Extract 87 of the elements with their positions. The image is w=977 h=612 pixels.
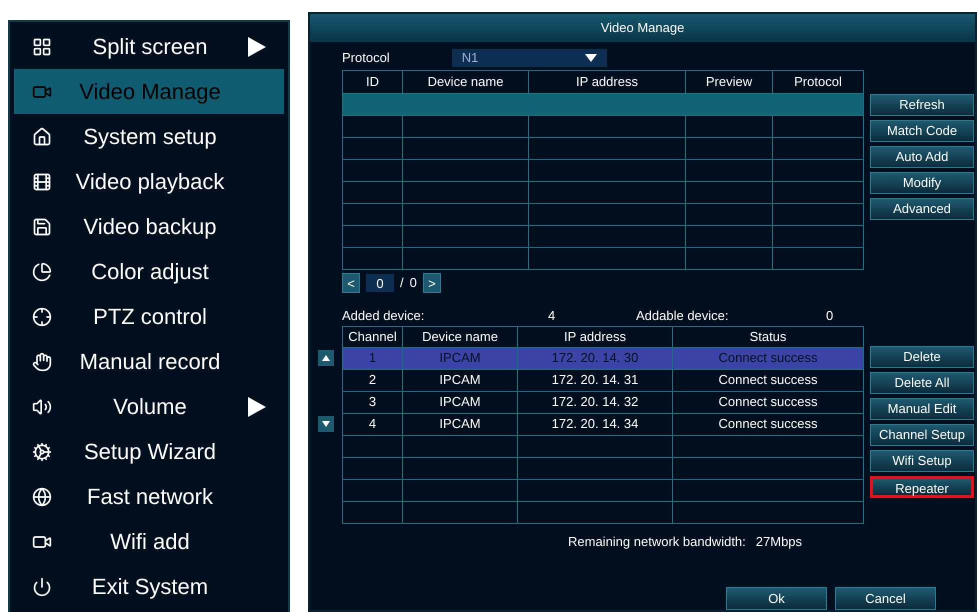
menu-item[interactable]: Exit System: [14, 564, 284, 609]
menu-item[interactable]: PTZ control: [14, 294, 284, 339]
menu-item[interactable]: System setup: [14, 114, 284, 159]
action-button[interactable]: Match Code: [870, 120, 974, 142]
added-device-label: Added device:: [342, 306, 426, 325]
table-row[interactable]: [343, 158, 863, 180]
menu-item[interactable]: Split screen: [14, 24, 284, 69]
table-row[interactable]: [343, 180, 863, 202]
action-button[interactable]: Advanced: [870, 198, 974, 220]
addable-device-count: 0: [826, 306, 834, 325]
table-cell-text: 1: [368, 349, 376, 368]
menu-item[interactable]: Volume: [14, 384, 284, 429]
table-row[interactable]: [343, 224, 863, 246]
table-row[interactable]: [343, 246, 863, 268]
page-total: 0: [410, 274, 417, 292]
pie-chart-icon: [32, 262, 52, 282]
move-down-button[interactable]: [318, 416, 334, 432]
table-row[interactable]: 3 IPCAM 172. 20. 14. 32 Connect success: [343, 390, 863, 412]
table-cell-text: Connect success: [718, 349, 818, 368]
bandwidth-value: 27Mbps: [756, 532, 802, 551]
action-button[interactable]: Wifi Setup: [870, 450, 974, 472]
column-header: Protocol: [793, 72, 843, 91]
grid-icon: [32, 36, 52, 56]
table-cell-text: Connect success: [718, 393, 818, 412]
action-button[interactable]: Channel Setup: [870, 424, 974, 446]
table-cell-text: 4: [368, 415, 376, 434]
table-cell-text: 3: [368, 393, 376, 412]
protocol-dropdown[interactable]: N1: [452, 48, 607, 67]
table-cell-text: Connect success: [718, 371, 818, 390]
table-row[interactable]: 2 IPCAM 172. 20. 14. 31 Connect success: [343, 368, 863, 390]
table-row[interactable]: [343, 500, 863, 522]
action-button[interactable]: Manual Edit: [870, 398, 974, 420]
crosshair-icon: [32, 306, 52, 326]
table-cell-text: Connect success: [718, 415, 818, 434]
action-button[interactable]: Modify: [870, 172, 974, 194]
dialog-title: Video Manage: [310, 14, 975, 42]
house-icon: [32, 126, 52, 146]
next-page-button[interactable]: >: [422, 272, 441, 292]
menu-item[interactable]: Manual record: [14, 339, 284, 384]
table-cell-text: IPCAM: [439, 415, 481, 434]
menu-item[interactable]: Wifi add: [14, 519, 284, 564]
menu-item[interactable]: Color adjust: [14, 249, 284, 294]
action-button[interactable]: Delete: [870, 346, 974, 368]
film-icon: [32, 172, 52, 192]
table-cell-text: IPCAM: [439, 349, 481, 368]
table-row[interactable]: [343, 114, 863, 136]
addable-device-label: Addable device:: [636, 306, 730, 325]
previous-page-button[interactable]: <: [342, 272, 360, 292]
table-cell-text: IPCAM: [439, 371, 481, 390]
table-cell-text: 172. 20. 14. 31: [552, 371, 638, 390]
table-row[interactable]: [343, 136, 863, 158]
page-number-field[interactable]: 0: [366, 274, 394, 292]
action-button[interactable]: Delete All: [870, 372, 974, 394]
dialog-button[interactable]: Cancel: [835, 587, 936, 610]
gears-icon: [32, 442, 52, 462]
page-separator: /: [400, 274, 404, 292]
globe-icon: [32, 486, 52, 506]
bandwidth-label: Remaining network bandwidth:: [568, 532, 746, 551]
table-cell-text: 172. 20. 14. 32: [552, 393, 638, 412]
power-icon: [32, 576, 52, 596]
menu-item[interactable]: Video backup: [14, 204, 284, 249]
table-cell-text: IPCAM: [439, 393, 481, 412]
column-header: Status: [748, 328, 788, 346]
table-cell-text: 172. 20. 14. 30: [552, 349, 638, 368]
up-arrow-icon: [322, 354, 330, 360]
dialog-button[interactable]: Ok: [726, 587, 827, 610]
menu-item[interactable]: Setup Wizard: [14, 429, 284, 474]
protocol-label: Protocol: [342, 49, 390, 67]
menu-item[interactable]: Video playback: [14, 159, 284, 204]
table-cell-text: 2: [368, 371, 376, 390]
table-row[interactable]: [343, 92, 863, 114]
speaker-icon: [32, 396, 52, 416]
table-cell-text: 172. 20. 14. 34: [552, 415, 638, 434]
dropdown-arrow-icon: [584, 54, 597, 62]
action-button[interactable]: Repeater: [870, 476, 974, 498]
action-button[interactable]: Auto Add: [870, 146, 974, 168]
table-row[interactable]: [343, 456, 863, 478]
hand-icon: [32, 352, 52, 372]
move-up-button[interactable]: [318, 350, 334, 366]
table-row[interactable]: [343, 202, 863, 224]
menu-item[interactable]: Fast network: [14, 474, 284, 519]
action-button[interactable]: Refresh: [870, 94, 974, 116]
table-row[interactable]: [343, 434, 863, 456]
table-row[interactable]: 4 IPCAM 172. 20. 14. 34 Connect success: [343, 412, 863, 434]
added-device-count: 4: [548, 306, 556, 325]
table-row[interactable]: [343, 478, 863, 500]
down-arrow-icon: [322, 420, 330, 426]
